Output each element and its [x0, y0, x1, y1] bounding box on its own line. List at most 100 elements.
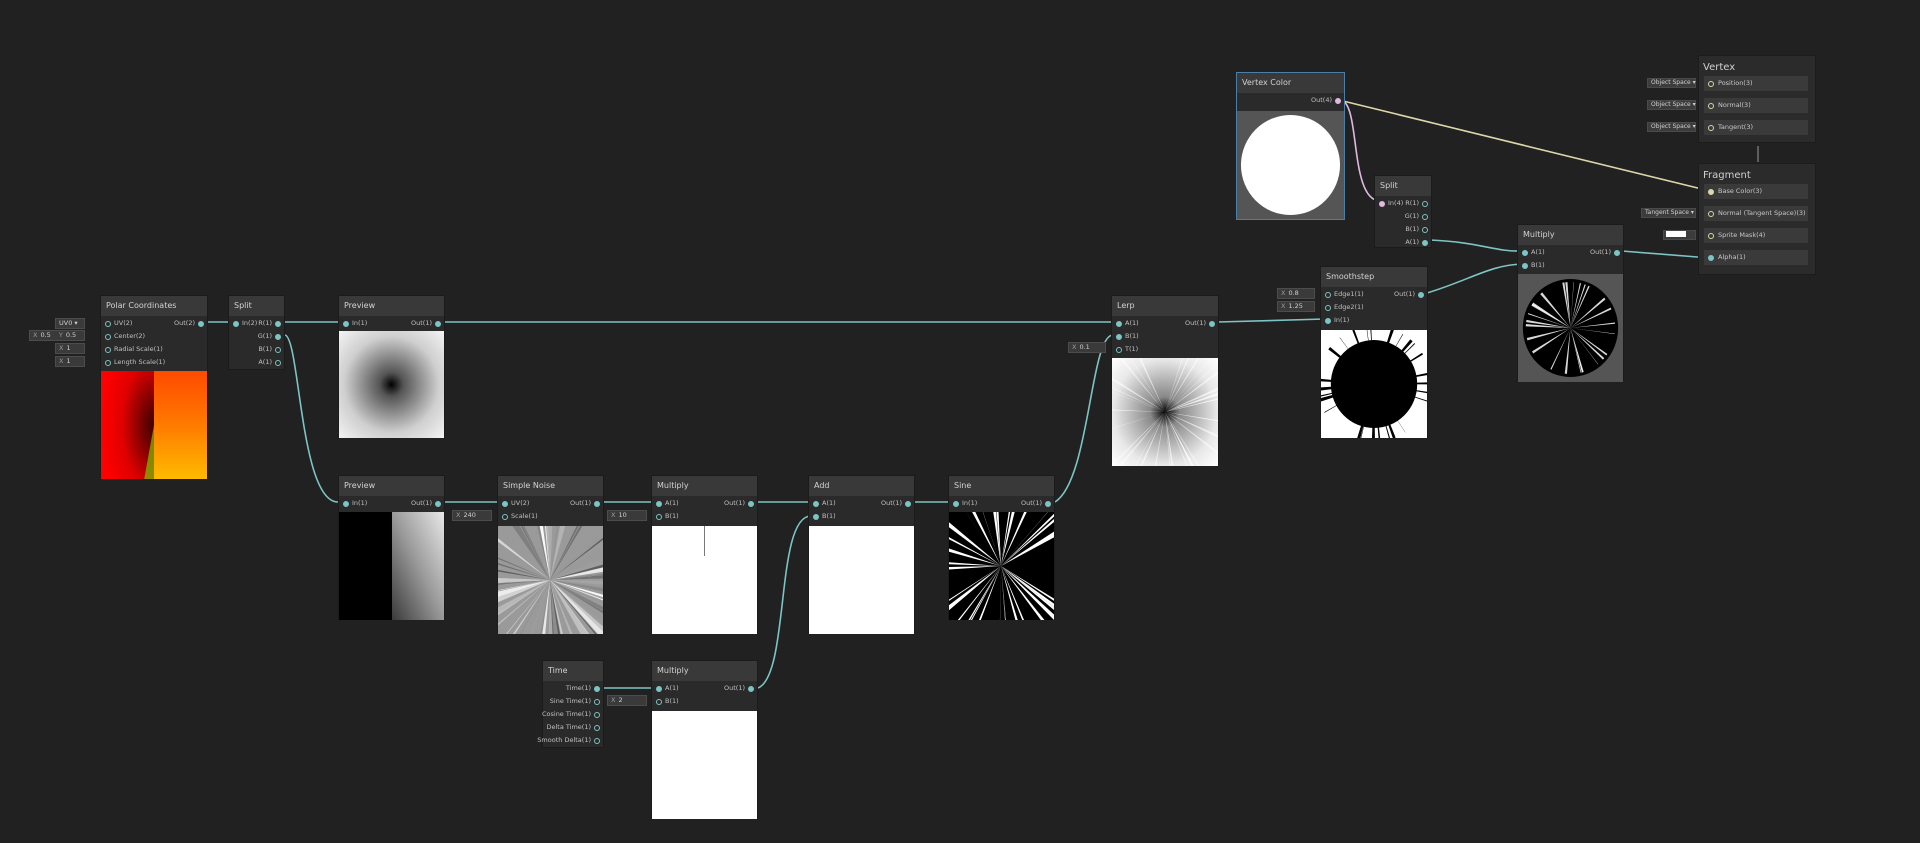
sprite-mask-color-swatch[interactable] [1663, 230, 1696, 240]
slot-position[interactable]: Position(3) [1704, 76, 1808, 91]
node-title: Preview [339, 476, 444, 496]
port-in[interactable]: In(1) [1321, 314, 1349, 327]
port-b[interactable]: B(1) [809, 510, 836, 523]
port-r[interactable]: R(1) [258, 317, 284, 330]
multiply2-b-field[interactable]: X2 [607, 695, 647, 706]
port-b[interactable]: B(1) [652, 510, 679, 523]
port-a[interactable]: A(1) [1112, 317, 1139, 330]
port-r[interactable]: R(1) [1405, 197, 1431, 210]
smoothstep-edge2-field[interactable]: X 1.25 [1277, 301, 1315, 312]
port-g[interactable]: G(1) [258, 330, 284, 343]
port-b[interactable]: B(1) [258, 343, 284, 356]
uv-channel-select[interactable]: UV0 ▾ [55, 318, 85, 329]
position-space-select[interactable]: Object Space ▾ [1647, 78, 1696, 88]
port-out[interactable]: Out(1) [724, 497, 757, 510]
port-scale[interactable]: Scale(1) [498, 510, 538, 523]
multiply-b-field[interactable]: X 10 [607, 510, 647, 521]
multiply-node[interactable]: Multiply A(1) B(1) Out(1) [651, 475, 758, 634]
port-in[interactable]: In(2) [229, 317, 257, 330]
port-out[interactable]: Out(1) [881, 497, 914, 510]
port-b[interactable]: B(1) [1112, 330, 1139, 343]
normal-tangent-space-select[interactable]: Tangent Space ▾ [1641, 208, 1696, 218]
port-out[interactable]: Out(1) [1185, 317, 1218, 330]
port-a[interactable]: A(1) [258, 356, 284, 369]
port-sine-time[interactable]: Sine Time(1) [550, 695, 603, 708]
port-b[interactable]: B(1) [1518, 259, 1545, 272]
port-out[interactable]: Out(2) [174, 317, 207, 330]
port-uv[interactable]: UV(2) [498, 497, 529, 510]
port-a[interactable]: A(1) [1518, 246, 1545, 259]
port-out[interactable]: Out(1) [411, 317, 444, 330]
port-in[interactable]: In(1) [339, 317, 367, 330]
port-out[interactable]: Out(4) [1311, 94, 1344, 107]
port-out[interactable]: Out(1) [570, 497, 603, 510]
tangent-space-select[interactable]: Object Space ▾ [1647, 122, 1696, 132]
port-delta-time[interactable]: Delta Time(1) [546, 721, 603, 734]
port-a[interactable]: A(1) [809, 497, 836, 510]
node-preview [1321, 330, 1427, 438]
node-preview [809, 526, 914, 634]
port-length-scale[interactable]: Length Scale(1) [101, 356, 165, 369]
port-edge1[interactable]: Edge1(1) [1321, 288, 1364, 301]
port-out[interactable]: Out(1) [411, 497, 444, 510]
time-node[interactable]: Time Time(1) Sine Time(1) Cosine Time(1)… [537, 660, 604, 748]
multiply-node-2[interactable]: Multiply A(1) B(1) Out(1) [651, 660, 758, 819]
port-out[interactable]: Out(1) [1590, 246, 1623, 259]
noise-scale-field[interactable]: X 240 [452, 510, 492, 521]
port-in[interactable]: In(1) [339, 497, 367, 510]
node-preview [652, 526, 757, 634]
split-node-2[interactable]: Split In(4) R(1) G(1) B(1) A(1) [1374, 175, 1432, 248]
length-scale-field[interactable]: X1 [55, 356, 85, 367]
port-b[interactable]: B(1) [1405, 223, 1431, 236]
slot-normal[interactable]: Normal(3) [1704, 98, 1808, 113]
lerp-node[interactable]: Lerp A(1) B(1) T(1) Out(1) [1111, 295, 1219, 466]
slot-base-color[interactable]: Base Color(3) [1704, 184, 1808, 199]
port-time[interactable]: Time(1) [566, 682, 603, 695]
node-title: Vertex Color [1237, 73, 1344, 93]
port-a[interactable]: A(1) [652, 682, 679, 695]
node-title: Polar Coordinates [101, 296, 207, 316]
slot-alpha[interactable]: Alpha(1) [1704, 250, 1808, 265]
vertex-color-node[interactable]: Vertex Color Out(4) [1236, 72, 1345, 220]
vertex-context[interactable]: Vertex Position(3) Normal(3) Tangent(3) [1698, 55, 1816, 143]
port-a[interactable]: A(1) [1405, 236, 1431, 249]
preview-node-2[interactable]: Preview In(1) Out(1) [338, 475, 445, 620]
slot-sprite-mask[interactable]: Sprite Mask(4) [1704, 228, 1808, 243]
sine-node[interactable]: Sine In(1) Out(1) [948, 475, 1055, 620]
context-title: Fragment [1703, 170, 1751, 181]
port-t[interactable]: T(1) [1112, 343, 1138, 356]
port-in[interactable]: In(4) [1375, 197, 1403, 210]
simple-noise-node[interactable]: Simple Noise UV(2) Scale(1) Out(1) [497, 475, 604, 634]
port-a[interactable]: A(1) [652, 497, 679, 510]
port-center[interactable]: Center(2) [101, 330, 145, 343]
polar-coordinates-node[interactable]: Polar Coordinates UV(2) Center(2) Radial… [100, 295, 208, 479]
node-preview [498, 526, 603, 634]
slot-tangent[interactable]: Tangent(3) [1704, 120, 1808, 135]
smoothstep-node[interactable]: Smoothstep Edge1(1) Edge2(1) In(1) Out(1… [1320, 266, 1428, 438]
port-uv[interactable]: UV(2) [101, 317, 132, 330]
multiply-node-3[interactable]: Multiply A(1) B(1) Out(1) [1517, 224, 1624, 382]
fragment-context[interactable]: Fragment Base Color(3) Normal (Tangent S… [1698, 163, 1816, 275]
port-in[interactable]: In(1) [949, 497, 977, 510]
port-edge2[interactable]: Edge2(1) [1321, 301, 1364, 314]
add-node[interactable]: Add A(1) B(1) Out(1) [808, 475, 915, 634]
split-node[interactable]: Split In(2) R(1) G(1) B(1) A(1) [228, 295, 285, 370]
normal-space-select[interactable]: Object Space ▾ [1647, 100, 1696, 110]
preview-node[interactable]: Preview In(1) Out(1) [338, 295, 445, 438]
port-out[interactable]: Out(1) [724, 682, 757, 695]
radial-scale-field[interactable]: X1 [55, 343, 85, 354]
lerp-t-field[interactable]: X 0.1 [1068, 342, 1106, 353]
smoothstep-edge1-field[interactable]: X 0.8 [1277, 288, 1315, 299]
center-field[interactable]: X 0.5 Y 0.5 [29, 330, 85, 341]
node-title: Split [229, 296, 284, 316]
context-title: Vertex [1703, 62, 1736, 73]
port-radial-scale[interactable]: Radial Scale(1) [101, 343, 163, 356]
port-out[interactable]: Out(1) [1394, 288, 1427, 301]
slot-normal-tangent[interactable]: Normal (Tangent Space)(3) [1704, 206, 1808, 221]
port-out[interactable]: Out(1) [1021, 497, 1054, 510]
node-title: Time [543, 661, 603, 681]
port-b[interactable]: B(1) [652, 695, 679, 708]
port-smooth-delta[interactable]: Smooth Delta(1) [537, 734, 603, 747]
port-cosine-time[interactable]: Cosine Time(1) [542, 708, 603, 721]
port-g[interactable]: G(1) [1405, 210, 1431, 223]
